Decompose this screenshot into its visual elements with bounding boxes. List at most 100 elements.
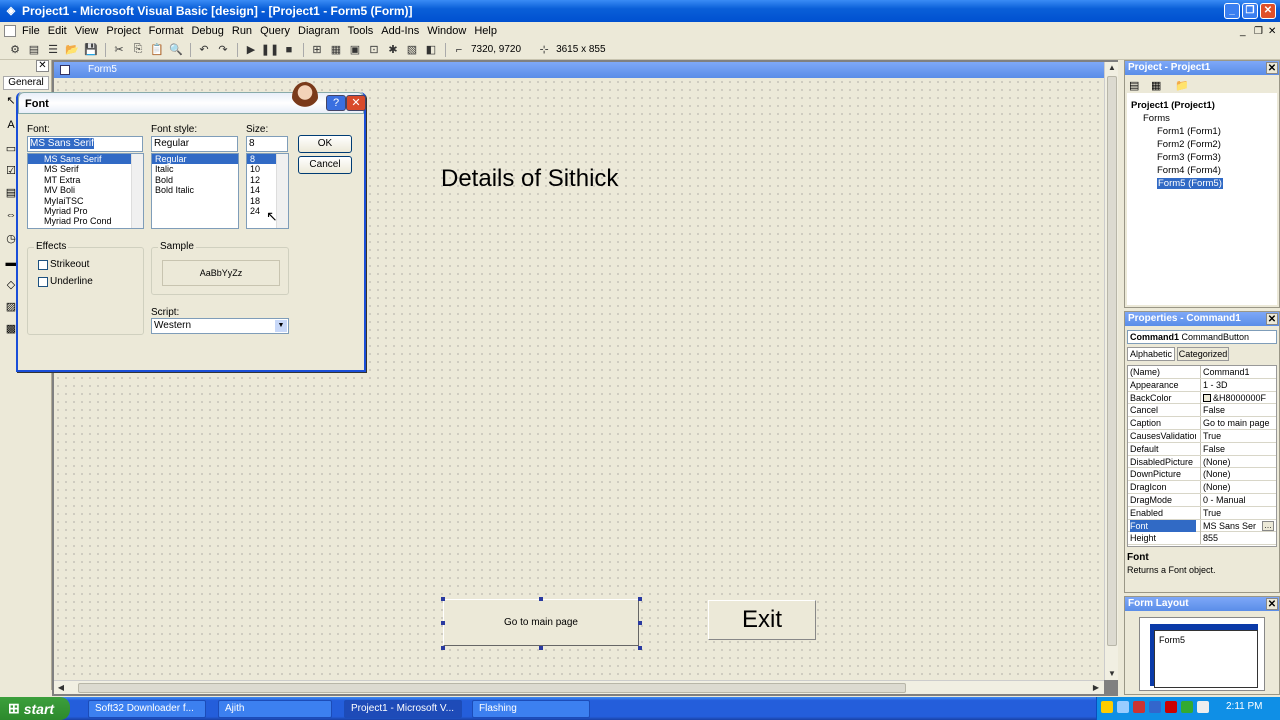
taskbar-item[interactable]: Flashing <box>472 700 590 718</box>
run-icon[interactable]: ▶ <box>242 42 260 58</box>
list-item[interactable]: Italic <box>152 164 238 174</box>
mdi-close-icon[interactable]: ✕ <box>1268 26 1276 37</box>
form-layout-close-icon[interactable]: ✕ <box>1266 598 1278 610</box>
property-row[interactable]: Default False <box>1128 442 1276 456</box>
component-manager-icon[interactable]: ◧ <box>422 42 440 58</box>
menu-file[interactable]: File <box>18 25 44 37</box>
properties-icon[interactable]: ▦ <box>327 42 345 58</box>
resize-handle[interactable] <box>441 621 445 625</box>
tab-categorized[interactable]: Categorized <box>1177 347 1229 361</box>
details-label[interactable]: Details of Sithick <box>441 165 618 193</box>
property-row[interactable]: Caption Go to main page <box>1128 417 1276 430</box>
tree-form-node[interactable]: Form3 (Form3) <box>1157 152 1221 163</box>
resize-handle[interactable] <box>638 646 642 650</box>
resize-handle[interactable] <box>638 621 642 625</box>
tree-form-node[interactable]: Form4 (Form4) <box>1157 165 1221 176</box>
property-row[interactable]: Appearance 1 - 3D <box>1128 378 1276 392</box>
tray-volume-icon[interactable] <box>1197 701 1209 713</box>
list-item[interactable]: Myriad Pro <box>28 206 143 216</box>
property-row[interactable]: BackColor &H8000000F <box>1128 391 1276 405</box>
taskbar-item[interactable]: Project1 - Microsoft V... <box>344 700 462 718</box>
pause-icon[interactable]: ❚❚ <box>261 42 279 58</box>
menu-editor-icon[interactable]: ☰ <box>44 42 62 58</box>
tree-form-node[interactable]: Form1 (Form1) <box>1157 126 1221 137</box>
resize-handle[interactable] <box>638 597 642 601</box>
mdi-minimize-icon[interactable]: _ <box>1240 26 1246 37</box>
resize-handle[interactable] <box>441 646 445 650</box>
scroll-left-icon[interactable]: ◀ <box>55 682 67 694</box>
ellipsis-button[interactable]: … <box>1262 520 1274 531</box>
exit-button[interactable]: Exit <box>708 600 816 640</box>
project-root-node[interactable]: Project1 (Project1) <box>1131 100 1215 111</box>
list-item[interactable]: Bold <box>152 175 238 185</box>
resize-handle[interactable] <box>539 597 543 601</box>
form-layout-icon[interactable]: ▣ <box>346 42 364 58</box>
font-list-scrollbar[interactable] <box>131 154 143 228</box>
list-item[interactable]: MT Extra <box>28 175 143 185</box>
toolbox-header[interactable]: General <box>3 76 49 90</box>
undo-icon[interactable]: ↶ <box>195 42 213 58</box>
menu-window[interactable]: Window <box>423 25 470 37</box>
close-button[interactable]: ✕ <box>1260 3 1276 19</box>
object-browser-icon[interactable]: ⊡ <box>365 42 383 58</box>
tray-status-icon[interactable] <box>1181 701 1193 713</box>
property-row[interactable]: DisabledPicture (None) <box>1128 455 1276 469</box>
menu-tools[interactable]: Tools <box>344 25 378 37</box>
property-row[interactable]: Font MS Sans Ser… <box>1128 519 1276 533</box>
tree-form-node[interactable]: Form2 (Form2) <box>1157 139 1221 150</box>
property-row[interactable]: (Name) Command1 <box>1128 366 1276 379</box>
taskbar-item[interactable]: Ajith <box>218 700 332 718</box>
menu-debug[interactable]: Debug <box>187 25 227 37</box>
toolbox-icon[interactable]: ✱ <box>384 42 402 58</box>
list-item[interactable]: MS Serif <box>28 164 143 174</box>
font-list[interactable]: MS Sans Serif MS Serif MT Extra MV Boli … <box>27 153 144 229</box>
copy-icon[interactable]: ⎘ <box>129 42 147 58</box>
scroll-up-icon[interactable]: ▲ <box>1106 62 1118 74</box>
list-item[interactable]: Regular <box>152 154 238 165</box>
help-icon[interactable]: ? <box>326 95 346 111</box>
object-selector[interactable]: Command1 CommandButton <box>1127 330 1277 344</box>
maximize-button[interactable]: ❐ <box>1242 3 1258 19</box>
cut-icon[interactable]: ✂ <box>110 42 128 58</box>
designer-horizontal-scrollbar[interactable]: ◀ ▶ <box>54 680 1104 694</box>
toolbox-close-icon[interactable]: ✕ <box>36 60 49 72</box>
menu-query[interactable]: Query <box>256 25 294 37</box>
add-project-icon[interactable]: ⚙ <box>6 42 24 58</box>
underline-checkbox[interactable] <box>38 277 48 287</box>
tab-alphabetic[interactable]: Alphabetic <box>1127 347 1175 361</box>
strikeout-checkbox[interactable] <box>38 260 48 270</box>
data-view-icon[interactable]: ▧ <box>403 42 421 58</box>
forms-folder-node[interactable]: Forms <box>1143 113 1170 124</box>
stop-icon[interactable]: ■ <box>280 42 298 58</box>
horizontal-scroll-thumb[interactable] <box>78 683 906 693</box>
resize-handle[interactable] <box>539 646 543 650</box>
scroll-down-icon[interactable]: ▼ <box>1106 668 1118 680</box>
property-row[interactable]: CausesValidation True <box>1128 430 1276 443</box>
menu-view[interactable]: View <box>71 25 103 37</box>
tray-app-icon[interactable] <box>1149 701 1161 713</box>
add-form-icon[interactable]: ▤ <box>25 42 43 58</box>
list-item[interactable]: Myriad Pro Cond <box>28 216 143 226</box>
menu-run[interactable]: Run <box>228 25 256 37</box>
resize-handle[interactable] <box>441 597 445 601</box>
cancel-button[interactable]: Cancel <box>298 156 352 174</box>
minimize-button[interactable]: _ <box>1224 3 1240 19</box>
font-style-list[interactable]: Regular Italic Bold Bold Italic <box>151 153 239 229</box>
dialog-close-icon[interactable]: ✕ <box>346 95 366 111</box>
view-code-icon[interactable]: ▤ <box>1129 79 1139 92</box>
redo-icon[interactable]: ↷ <box>214 42 232 58</box>
form-window-titlebar[interactable]: Form5 <box>54 62 1104 78</box>
script-select[interactable]: Western ▼ <box>151 318 289 334</box>
property-row[interactable]: DragMode 0 - Manual <box>1128 494 1276 507</box>
list-item[interactable]: MyIaiTSC <box>28 196 143 206</box>
property-row[interactable]: Cancel False <box>1128 404 1276 418</box>
font-style-input[interactable]: Regular <box>151 136 238 152</box>
size-list-scrollbar[interactable] <box>276 154 288 228</box>
menu-project[interactable]: Project <box>102 25 144 37</box>
chevron-down-icon[interactable]: ▼ <box>275 320 287 332</box>
vertical-scroll-thumb[interactable] <box>1107 76 1117 646</box>
scroll-right-icon[interactable]: ▶ <box>1090 682 1102 694</box>
tray-help-icon[interactable] <box>1101 701 1113 713</box>
go-to-main-page-button[interactable]: Go to main page <box>443 599 639 646</box>
form-position-preview[interactable]: Form5 <box>1154 630 1258 688</box>
